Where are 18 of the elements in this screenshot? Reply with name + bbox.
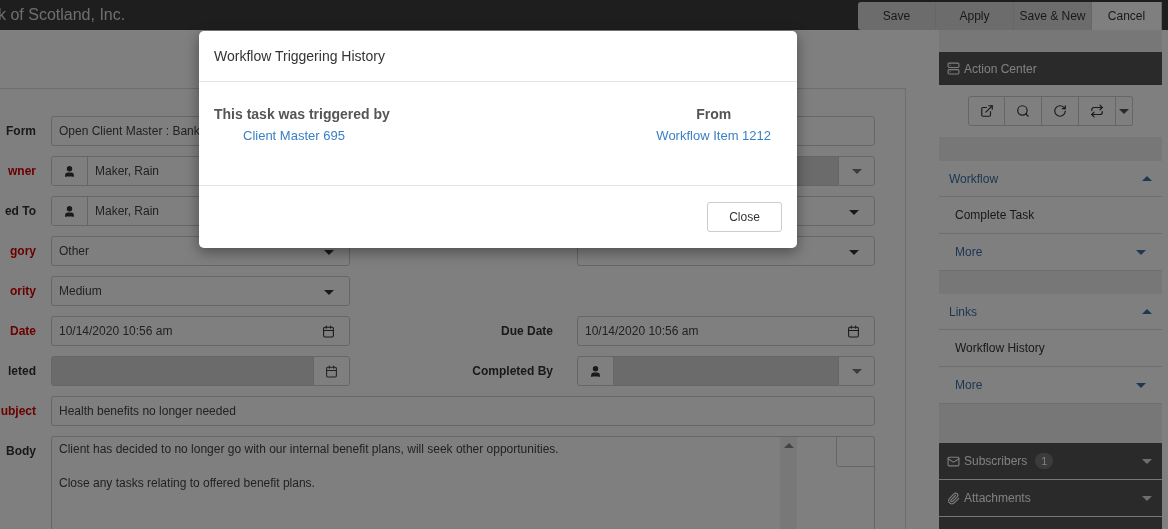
body-text: Client has decided to no longer go with our internal benefit plans, will seek other opportunities. — [59, 441, 560, 458]
field-label: Date — [9, 323, 36, 340]
trigger-label: This task was triggered by — [214, 106, 390, 122]
field-label: wner — [7, 163, 36, 180]
from-label: From — [696, 106, 732, 122]
dialog-title: Workflow Triggering History — [214, 48, 385, 64]
field-label: leted — [7, 363, 36, 380]
field-label: ority — [9, 283, 36, 300]
field-label: Due Date — [500, 323, 553, 340]
field-label: gory — [9, 243, 36, 260]
field-label: Form — [5, 123, 36, 140]
body-text: Close any tasks relating to offered benefit plans. — [59, 475, 316, 492]
field-label: ed To — [3, 203, 36, 220]
count-badge: 1 — [1035, 453, 1054, 469]
field-label: Completed By — [471, 363, 553, 380]
panel-title: Action Center — [964, 61, 1037, 76]
field-label: Body — [5, 443, 36, 460]
field-label: ubject — [0, 403, 36, 420]
